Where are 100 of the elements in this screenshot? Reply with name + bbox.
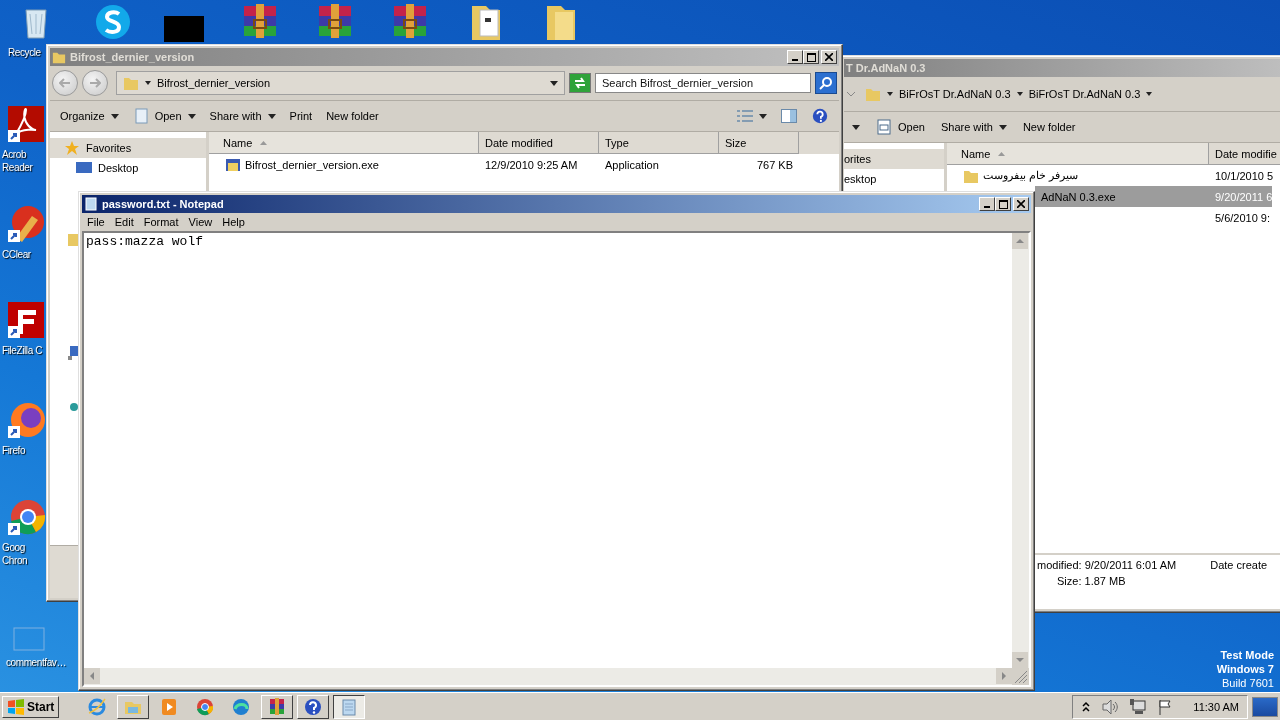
nav-item[interactable]: Favorites <box>50 138 206 158</box>
network-icon <box>68 400 78 414</box>
address-bar[interactable]: Bifrost_dernier_version <box>116 71 565 95</box>
detail-text: Date create <box>1210 559 1268 571</box>
caret-icon <box>1146 91 1153 97</box>
toolbar-button[interactable]: Print <box>285 108 317 124</box>
help-icon <box>811 107 829 125</box>
toolbar-button[interactable]: Organize <box>56 108 123 124</box>
minimize-button[interactable] <box>787 50 803 64</box>
breadcrumb[interactable]: BiFrOsT Dr.AdNaN 0.3 <box>899 88 1011 100</box>
nav-item[interactable]: esktop <box>844 169 944 189</box>
maximize-button[interactable] <box>995 197 1011 211</box>
icon-label[interactable]: Acrob <box>2 148 27 161</box>
document-icon <box>132 108 149 124</box>
breadcrumb[interactable]: BiFrOsT Dr.AdNaN 0.3 <box>1028 88 1141 100</box>
date-cell-text: 10/1/2010 5 <box>1214 169 1274 182</box>
chevron-up-icon[interactable] <box>1081 700 1092 713</box>
browser-icon[interactable] <box>6 400 46 440</box>
caret-icon <box>887 91 893 97</box>
taskbar-button[interactable] <box>333 694 366 719</box>
browser-icon <box>231 696 252 717</box>
pdf-reader-icon[interactable] <box>6 104 46 144</box>
column-header[interactable]: Date modified <box>479 132 599 154</box>
maximize-icon <box>806 52 816 62</box>
folder-icon <box>52 50 66 64</box>
nav-item[interactable]: orites <box>844 149 944 169</box>
system-text: Build 7601 <box>1222 676 1274 690</box>
nav-item[interactable]: Desktop <box>50 158 206 178</box>
application-icon <box>225 156 241 173</box>
caret-icon <box>110 113 119 119</box>
close-icon <box>825 53 833 61</box>
toolbar-button[interactable]: Open <box>872 117 929 137</box>
toolbar-button[interactable]: Share with <box>936 119 1011 135</box>
toolbar-button[interactable]: Open <box>128 106 200 126</box>
type-cell-text: Application <box>604 158 660 171</box>
column-header[interactable]: Type <box>599 132 719 154</box>
search-button[interactable] <box>815 72 837 94</box>
date-cell-text: 9/20/2011 6 <box>1214 190 1273 203</box>
toolbar-button[interactable]: New folder <box>322 108 383 124</box>
breadcrumb[interactable]: Bifrost_dernier_version <box>157 77 271 89</box>
show-desktop-button[interactable] <box>1252 696 1278 717</box>
size-cell-text: 767 KB <box>755 158 794 171</box>
icon-label[interactable]: FileZilla C <box>2 344 43 357</box>
system-text: Windows 7 <box>1216 662 1274 676</box>
column-header[interactable]: Name <box>947 143 1209 165</box>
computer-icon <box>68 346 78 360</box>
file-row[interactable]: 5/6/2010 9: <box>1035 207 1271 228</box>
address-bar[interactable]: BiFrOsT Dr.AdNaN 0.3 BiFrOsT Dr.AdNaN 0.3 <box>862 82 1160 106</box>
menu-item[interactable]: File <box>82 216 110 228</box>
speaker-icon[interactable] <box>1101 698 1120 715</box>
toolbar-button[interactable]: New folder <box>1018 119 1080 135</box>
brush-app-icon[interactable] <box>6 204 46 244</box>
browser-icon <box>87 696 108 717</box>
icon-label[interactable]: Firefo <box>2 444 26 457</box>
column-header[interactable]: Name <box>209 132 479 154</box>
refresh-button[interactable] <box>569 73 591 93</box>
desktop-icon <box>76 161 92 175</box>
icon-label[interactable]: Goog <box>2 541 25 554</box>
help-icon <box>303 696 324 717</box>
caret-icon <box>267 113 276 119</box>
icon-label[interactable]: CClear <box>2 248 31 261</box>
maximize-button[interactable] <box>803 50 819 64</box>
caret-icon <box>1016 91 1023 97</box>
menu-item[interactable]: Help <box>217 216 250 228</box>
column-header[interactable]: Size <box>719 132 799 154</box>
preview-pane-icon <box>781 109 797 123</box>
network-icon[interactable] <box>1129 698 1148 715</box>
close-button[interactable] <box>1013 197 1029 211</box>
minimize-button[interactable] <box>979 197 995 211</box>
icon-label[interactable]: Reader <box>2 161 33 174</box>
text-area[interactable]: pass:mazza wolf <box>84 233 1012 668</box>
icon-label[interactable]: Recycle <box>8 46 41 59</box>
caret-icon <box>145 80 151 86</box>
file-row[interactable]: Bifrost_dernier_version.exe 12/9/2010 9:25 AM Application 767 KB <box>209 154 839 175</box>
file-name: سيرفر خام بيفروست <box>983 169 1079 182</box>
caret-icon <box>852 124 860 130</box>
file-row[interactable]: AdNaN 0.3.exe 9/20/2011 6 <box>1035 186 1273 207</box>
clock[interactable]: 11:30 AM <box>1193 700 1239 713</box>
caret-icon <box>187 113 196 119</box>
column-header[interactable]: Date modifie <box>1209 143 1280 165</box>
close-button[interactable] <box>821 50 837 64</box>
window-icon <box>876 119 892 135</box>
window-title: Bifrost_dernier_version <box>70 51 195 63</box>
list-view-icon <box>737 110 753 122</box>
toolbar-button[interactable]: Share with <box>205 108 280 124</box>
browser-icon <box>195 696 216 717</box>
icon-label[interactable]: Chron <box>2 554 28 567</box>
ftp-app-icon[interactable] <box>6 300 46 340</box>
sort-icon <box>260 140 268 145</box>
search-field[interactable]: Search Bifrost_dernier_version <box>595 73 811 93</box>
menu-item[interactable]: Format <box>138 216 184 228</box>
menu-item[interactable]: View <box>183 216 218 228</box>
date-cell-text: 5/6/2010 9: <box>1214 211 1271 224</box>
browser-icon[interactable] <box>6 497 46 537</box>
back-arrow-icon <box>59 78 71 88</box>
menu-item[interactable]: Edit <box>109 216 139 228</box>
flag-icon[interactable] <box>1157 698 1174 715</box>
caret-icon <box>759 113 767 119</box>
start-button[interactable]: Start <box>2 695 60 718</box>
detail-text: modified: 9/20/2011 6:01 AM <box>1037 559 1177 571</box>
